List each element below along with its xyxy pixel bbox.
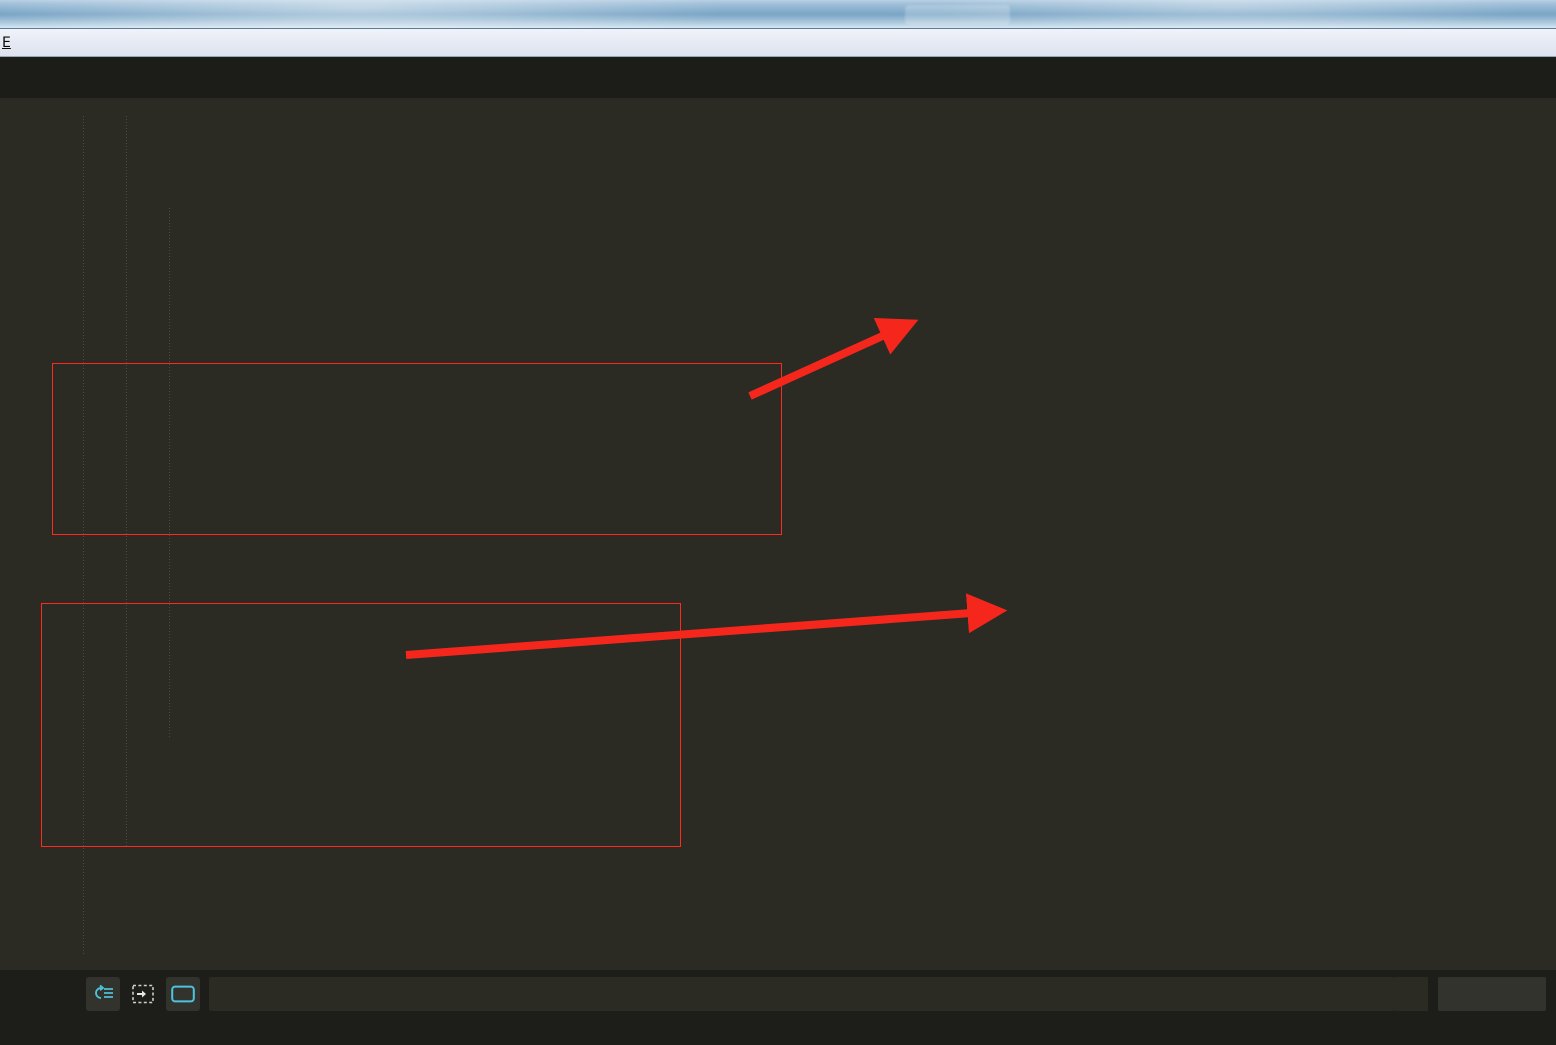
in-selection-icon[interactable] xyxy=(126,977,160,1011)
menu-bar: E xyxy=(0,29,1556,57)
whole-word-icon[interactable] xyxy=(46,977,80,1011)
menu-item-preferences[interactable] xyxy=(135,41,153,45)
menu-item-selection[interactable] xyxy=(21,41,39,45)
code-editor[interactable] xyxy=(0,98,1556,970)
annotation-box-i2c-test xyxy=(41,603,681,847)
search-input[interactable] xyxy=(209,976,1394,1011)
menu-item-project[interactable] xyxy=(116,41,134,45)
find-bar xyxy=(0,970,1556,1017)
find-button[interactable] xyxy=(1438,976,1546,1011)
menu-item-help[interactable] xyxy=(154,41,172,45)
annotation-box-startup xyxy=(52,363,782,535)
menu-item-goto[interactable] xyxy=(78,41,96,45)
menu-item-find[interactable] xyxy=(40,41,58,45)
sublime-text-window: E xyxy=(0,0,1556,1045)
status-bar xyxy=(0,1017,1556,1045)
tooltip-ghost xyxy=(905,5,1010,25)
menu-item-view[interactable] xyxy=(59,41,77,45)
highlight-icon[interactable] xyxy=(166,976,200,1011)
menu-item-tools[interactable] xyxy=(97,41,115,45)
tab-bar xyxy=(0,57,1556,98)
line-number-gutter xyxy=(0,98,30,970)
wrap-icon[interactable] xyxy=(86,976,120,1011)
menu-item-edit[interactable]: E xyxy=(0,33,20,53)
case-sensitive-icon[interactable] xyxy=(6,977,40,1011)
chevron-down-icon[interactable] xyxy=(1394,976,1428,1011)
title-bar xyxy=(0,0,1556,29)
